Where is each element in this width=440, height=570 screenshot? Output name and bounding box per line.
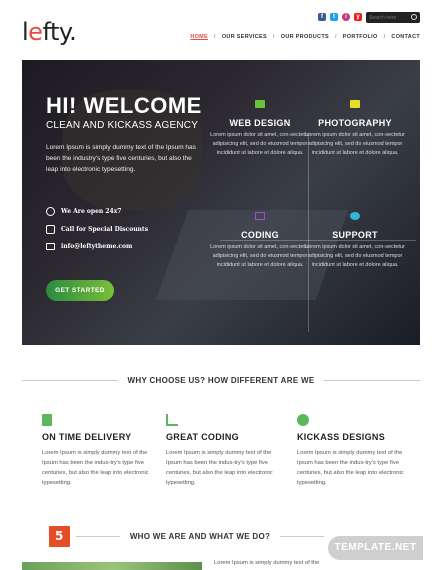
youtube-icon[interactable]: y	[354, 13, 362, 21]
twitter-icon[interactable]: t	[330, 13, 338, 21]
watermark: TEMPLATE.NET	[328, 536, 423, 560]
hours-text: We Are open 24x7	[61, 208, 122, 215]
monitor-icon	[255, 100, 265, 108]
nav-separator: /	[214, 34, 216, 40]
feature-title: WEB DESIGN	[229, 118, 291, 128]
mail-icon	[46, 243, 55, 250]
hero-title: HI! WELCOME	[46, 93, 202, 118]
users-icon	[297, 414, 309, 426]
nav-our-services[interactable]: OUR SERVICES	[222, 34, 267, 40]
hero-section: HI! WELCOME CLEAN AND KICKASS AGENCY Lor…	[22, 60, 420, 345]
why-item-designs: KICKASS DESIGNS Lorem Ipsum is simply du…	[297, 414, 417, 488]
feature-title: PHOTOGRAPHY	[318, 118, 392, 128]
why-title: ON TIME DELIVERY	[42, 432, 132, 442]
search-icon[interactable]	[411, 14, 417, 20]
call-text: Call for Special Discounts	[61, 226, 149, 233]
nav-home[interactable]: HOME	[190, 34, 208, 40]
feature-coding: CODING Lorem ipsum dolor sit amet, con-s…	[210, 212, 310, 270]
main-nav: HOME / OUR SERVICES / OUR PRODUCTS / POR…	[190, 34, 420, 40]
feature-web-design: WEB DESIGN Lorem ipsum dolor sit amet, c…	[210, 100, 310, 158]
why-text: Lorem Ipsum is simply dummy text of the …	[166, 450, 273, 486]
search-box	[366, 12, 420, 23]
logo-accent: e	[28, 18, 43, 46]
hero-subtitle: CLEAN AND KICKASS AGENCY	[46, 120, 199, 131]
site-header: lefty. f t i y HOME / OUR SERVICES / OUR…	[0, 0, 440, 60]
social-links: f t i y	[318, 13, 362, 21]
why-heading: WHY CHOOSE US? HOW DIFFERENT ARE WE	[22, 376, 421, 385]
feature-photography: PHOTOGRAPHY Lorem ipsum dolor sit amet, …	[305, 100, 405, 158]
facebook-icon[interactable]: f	[318, 13, 326, 21]
document-icon	[42, 414, 52, 426]
email-line: info@leftytheme.com	[46, 243, 132, 250]
chat-icon	[350, 212, 360, 220]
clock-icon	[46, 207, 55, 216]
feature-support: SUPPORT Lorem ipsum dolor sit amet, con-…	[305, 212, 405, 270]
feature-title: SUPPORT	[332, 230, 378, 240]
feature-title: CODING	[241, 230, 279, 240]
why-item-coding: GREAT CODING Lorem Ipsum is simply dummy…	[166, 414, 286, 488]
chart-icon	[166, 414, 178, 426]
why-heading-text: WHY CHOOSE US? HOW DIFFERENT ARE WE	[127, 376, 315, 385]
heading-line	[280, 536, 324, 537]
logo-rest: fty.	[42, 18, 77, 46]
instagram-icon[interactable]: i	[342, 13, 350, 21]
call-line: Call for Special Discounts	[46, 225, 148, 234]
about-image	[22, 562, 202, 570]
nav-our-products[interactable]: OUR PRODUCTS	[281, 34, 329, 40]
feature-text: Lorem ipsum dolor sit amet, con-sectetur…	[210, 132, 310, 156]
heading-line	[22, 380, 118, 381]
heading-line	[76, 536, 120, 537]
logo[interactable]: lefty.	[22, 18, 77, 46]
search-input[interactable]	[369, 13, 409, 22]
email-link[interactable]: info@leftytheme.com	[61, 243, 132, 250]
heading-line	[324, 380, 421, 381]
camera-icon	[350, 100, 360, 108]
hero-text: Lorem Ipsum is simply dummy text of the …	[46, 144, 196, 173]
why-text: Lorem Ipsum is simply dummy text of the …	[297, 450, 404, 486]
phone-icon	[46, 225, 55, 234]
get-started-button[interactable]: GET STARTED	[46, 280, 114, 301]
feature-text: Lorem ipsum dolor sit amet, con-sectetur…	[305, 244, 405, 268]
nav-separator: /	[334, 34, 337, 40]
nav-portfolio[interactable]: PORTFOLIO	[343, 34, 378, 40]
nav-separator: /	[272, 34, 275, 40]
feature-text: Lorem ipsum dolor sit amet, con-sectetur…	[305, 132, 405, 156]
who-heading-text: WHO WE ARE AND WHAT WE DO?	[129, 532, 271, 541]
feature-text: Lorem ipsum dolor sit amet, con-sectetur…	[210, 244, 310, 268]
hours-line: We Are open 24x7	[46, 207, 121, 216]
why-title: KICKASS DESIGNS	[297, 432, 386, 442]
nav-contact[interactable]: CONTACT	[391, 34, 420, 40]
about-text: Lorem Ipsum is simply dummy text of the	[214, 560, 320, 566]
why-item-delivery: ON TIME DELIVERY Lorem Ipsum is simply d…	[42, 414, 162, 488]
code-icon	[255, 212, 265, 220]
why-title: GREAT CODING	[166, 432, 239, 442]
nav-separator: /	[383, 34, 386, 40]
why-text: Lorem Ipsum is simply dummy text of the …	[42, 450, 149, 486]
